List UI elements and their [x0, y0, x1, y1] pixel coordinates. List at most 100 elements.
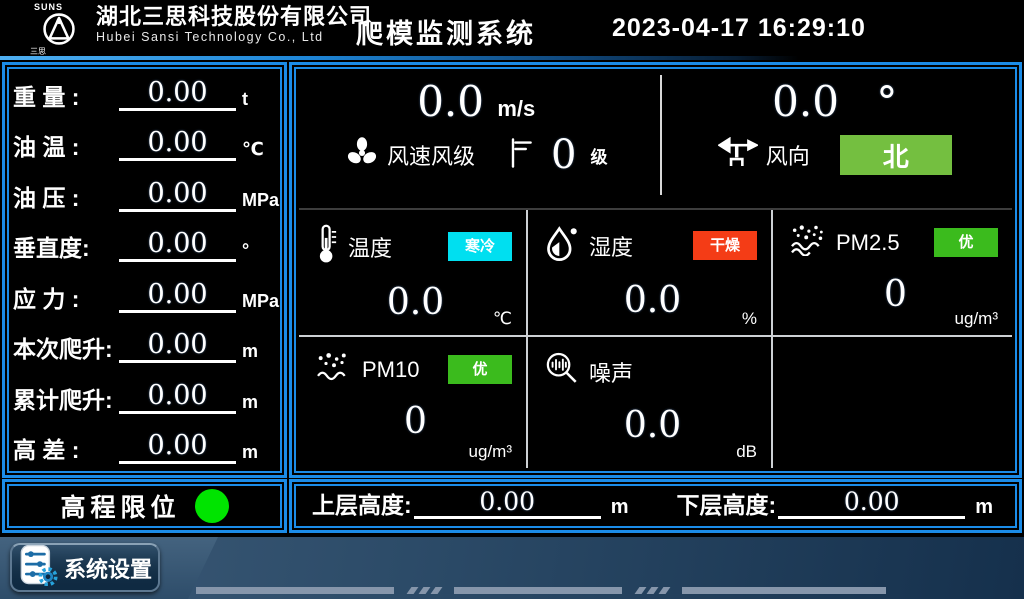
lower-height-label: 下层高度:: [677, 486, 777, 526]
wind-section-divider: [660, 75, 662, 195]
measurement-unit: °: [242, 240, 276, 271]
wind-direction-label: 风向: [766, 139, 810, 171]
elevation-limit-indicator: [195, 489, 229, 523]
sensor-grid: 温度 寒冷 0.0 ℃ 湿度 干燥: [299, 208, 1012, 468]
company-name: 湖北三思科技股份有限公司 Hubei Sansi Technology Co.,…: [96, 4, 372, 44]
measurement-label: 油 温 :: [13, 128, 119, 170]
sensor-unit: dB: [736, 442, 757, 462]
sensor-name: 噪声: [589, 356, 633, 388]
measurement-value: 0.00: [119, 382, 236, 414]
status-badge: 优: [934, 228, 998, 257]
status-badge: 干燥: [693, 231, 757, 260]
header-divider: [0, 56, 1024, 60]
settings-button-label: 系统设置: [64, 552, 152, 584]
taskbar-decoration: [196, 587, 886, 594]
sensor-value: 0: [315, 404, 516, 440]
wind-vane-icon: [718, 137, 758, 174]
sansi-logo-icon: [42, 12, 76, 46]
sensor-name: 湿度: [589, 230, 633, 262]
wind-level-flag-icon: [509, 137, 533, 174]
wind-speed-block: 0.0 m/s 风速风级: [297, 69, 656, 208]
wind-speed-label: 风速风级: [387, 139, 475, 171]
measurement-unit: MPa: [242, 190, 276, 221]
measurement-unit: m: [242, 392, 276, 423]
pm25-icon: [789, 224, 827, 261]
measurement-label: 累计爬升:: [13, 381, 119, 423]
sensor-name: PM10: [362, 357, 419, 383]
measurement-value: 0.00: [119, 230, 236, 262]
sensor-cell-humidity: 湿度 干燥 0.0 %: [528, 210, 773, 337]
measurement-unit: m: [242, 341, 276, 372]
lower-height-unit: m: [975, 496, 993, 526]
wind-level-unit: 级: [590, 143, 607, 168]
measurement-label: 应 力 :: [13, 280, 119, 322]
sensor-unit: %: [742, 309, 757, 329]
fan-icon: [345, 136, 379, 175]
measurement-row-total-climb: 累计爬升: 0.00 m: [13, 372, 276, 423]
header: SUNS 三思 湖北三思科技股份有限公司 Hubei Sansi Technol…: [0, 0, 1024, 56]
sensor-value: 0.0: [544, 283, 761, 319]
status-badge: 寒冷: [448, 232, 512, 261]
wind-compass-badge: 北: [840, 135, 952, 175]
measurement-row-oil-pressure: 油 压 : 0.00 MPa: [13, 170, 276, 221]
measurement-value: 0.00: [119, 79, 236, 111]
sensor-name: PM2.5: [836, 230, 900, 256]
pm10-icon: [315, 351, 353, 388]
wind-direction-unit: °: [876, 77, 897, 126]
measurement-unit: t: [242, 89, 276, 120]
measurement-label: 重 量 :: [13, 78, 119, 120]
measurement-label: 油 压 :: [13, 179, 119, 221]
sensor-unit: ug/m³: [955, 309, 998, 329]
droplet-icon: [544, 224, 580, 267]
elevation-limit-box: 高程限位: [2, 479, 287, 533]
measurement-unit: MPa: [242, 291, 276, 322]
measurement-unit: m: [242, 442, 276, 473]
upper-height-unit: m: [611, 496, 629, 526]
upper-height-value: 0.00: [414, 489, 601, 519]
wind-speed-unit: m/s: [497, 96, 535, 121]
measurement-label: 本次爬升:: [13, 330, 119, 372]
sensor-cell-pm25: PM2.5 优 0 ug/m³: [773, 210, 1012, 337]
measurement-value: 0.00: [119, 432, 236, 464]
settings-sliders-icon: [20, 544, 58, 591]
measurement-row-current-climb: 本次爬升: 0.00 m: [13, 322, 276, 373]
noise-icon: [544, 351, 580, 392]
sensor-cell-pm10: PM10 优 0 ug/m³: [299, 337, 528, 468]
layer-height-box: 上层高度: 0.00 m 下层高度: 0.00 m: [289, 479, 1022, 533]
datetime-display: 2023-04-17 16:29:10: [612, 14, 866, 43]
system-settings-button[interactable]: 系统设置: [10, 543, 160, 592]
sensor-unit: ℃: [493, 309, 512, 329]
status-badge: 优: [448, 355, 512, 384]
sensor-cell-temperature: 温度 寒冷 0.0 ℃: [299, 210, 528, 337]
company-logo: SUNS 三思: [28, 2, 90, 57]
sensor-cell-noise: 噪声 0.0 dB: [528, 337, 773, 468]
upper-height-label: 上层高度:: [312, 486, 412, 526]
lower-height-value: 0.00: [778, 489, 965, 519]
wind-level-value: 0: [551, 135, 576, 175]
wind-section: 0.0 m/s 风速风级: [297, 69, 1014, 208]
environment-panel: 0.0 m/s 风速风级: [289, 62, 1022, 478]
measurement-value: 0.00: [119, 129, 236, 161]
lower-height-group: 下层高度: 0.00 m: [677, 486, 994, 526]
measurement-row-oil-temp: 油 温 : 0.00 ℃: [13, 120, 276, 171]
sensor-unit: ug/m³: [469, 442, 512, 462]
sensor-cell-empty: [773, 337, 1012, 468]
elevation-limit-label: 高程限位: [60, 488, 180, 524]
measurement-unit: ℃: [242, 139, 276, 170]
measurement-value: 0.00: [119, 331, 236, 363]
sensor-value: 0: [789, 277, 1002, 313]
measurement-panel: 重 量 : 0.00 t 油 温 : 0.00 ℃ 油 压 : 0.00 MPa…: [2, 62, 287, 478]
wind-direction-block: 0.0 °: [656, 69, 1015, 208]
measurement-row-weight: 重 量 : 0.00 t: [13, 69, 276, 120]
thermometer-icon: [315, 224, 339, 269]
measurement-row-height-diff: 高 差 : 0.00 m: [13, 423, 276, 474]
measurement-value: 0.00: [119, 180, 236, 212]
company-name-en: Hubei Sansi Technology Co., Ltd: [96, 30, 372, 44]
wind-speed-value: 0.0 m/s: [297, 79, 656, 125]
measurement-row-verticality: 垂直度: 0.00 °: [13, 221, 276, 272]
sensor-name: 温度: [348, 231, 392, 263]
company-name-cn: 湖北三思科技股份有限公司: [96, 4, 372, 30]
sensor-value: 0.0: [315, 285, 516, 321]
sensor-value: 0.0: [544, 408, 761, 444]
measurement-value: 0.00: [119, 281, 236, 313]
